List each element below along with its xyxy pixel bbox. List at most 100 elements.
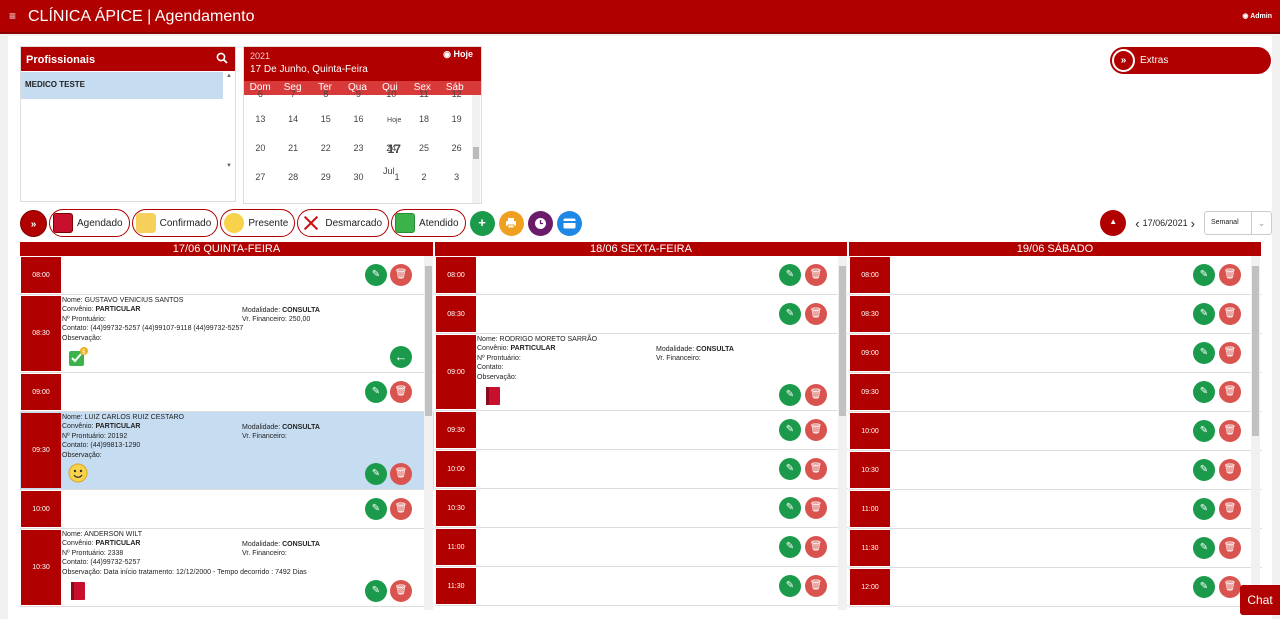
delete-button[interactable]: 🗑 [1219, 498, 1241, 520]
appointment-slot-selected[interactable]: 09:30 Nome: LUIZ CARLOS RUIZ CESTARO Con… [20, 412, 434, 490]
scroll-thumb[interactable] [1252, 266, 1259, 436]
menu-icon[interactable]: ≡ [9, 9, 16, 23]
delete-button[interactable]: 🗑 [1219, 303, 1241, 325]
edit-button[interactable]: ✎ [1193, 498, 1215, 520]
edit-button[interactable]: ✎ [365, 381, 387, 403]
time-slot[interactable]: 09:30 ✎ 🗑 [435, 411, 848, 450]
column-scrollbar[interactable] [1251, 256, 1260, 610]
status-button-desmarcado[interactable]: Desmarcado [297, 209, 390, 237]
previous-week-button[interactable]: ‹ [1135, 216, 1139, 231]
collapse-top-button[interactable]: ▲ [1100, 210, 1127, 236]
edit-button[interactable]: ✎ [779, 458, 801, 480]
calendar-day[interactable]: 25 [408, 134, 441, 163]
clock-button[interactable] [527, 210, 553, 236]
calendar-day[interactable]: 2 [408, 163, 441, 192]
time-slot[interactable]: 10:30 ✎ 🗑 [435, 489, 848, 528]
chat-button[interactable]: Chat [1240, 585, 1280, 615]
calendar-day[interactable]: 28 [277, 163, 310, 192]
time-slot[interactable]: 12:00 ✎ 🗑 [849, 568, 1262, 607]
delete-button[interactable]: 🗑 [390, 580, 412, 602]
scroll-thumb[interactable] [425, 266, 432, 416]
time-slot[interactable]: 09:30 ✎ 🗑 [849, 373, 1262, 412]
edit-button[interactable]: ✎ [1193, 459, 1215, 481]
scroll-up-icon[interactable]: ▲ [226, 73, 232, 79]
calendar-day[interactable]: 13 [244, 105, 277, 134]
professional-item[interactable]: MEDICO TESTE [21, 72, 223, 99]
delete-button[interactable]: 🗑 [1219, 342, 1241, 364]
time-slot[interactable]: 08:00 ✎ 🗑 [435, 256, 848, 295]
delete-button[interactable]: 🗑 [390, 463, 412, 485]
status-button-confirmado[interactable]: Confirmado [131, 209, 219, 237]
delete-button[interactable]: 🗑 [390, 264, 412, 286]
time-slot[interactable]: 11:30 ✎ 🗑 [435, 567, 848, 606]
column-scrollbar[interactable] [424, 256, 433, 610]
calendar-day[interactable]: 27 [244, 163, 277, 192]
calendar-day[interactable]: 22 [309, 134, 342, 163]
calendar-day[interactable]: 3 [440, 163, 473, 192]
edit-button[interactable]: ✎ [1193, 264, 1215, 286]
calendar-day[interactable]: 11 [408, 90, 441, 99]
delete-button[interactable]: 🗑 [805, 536, 827, 558]
add-button[interactable]: + [469, 210, 495, 236]
calendar-day[interactable]: 24 [375, 134, 408, 163]
card-button[interactable] [556, 210, 582, 236]
edit-button[interactable]: ✎ [1193, 576, 1215, 598]
edit-button[interactable]: ✎ [779, 419, 801, 441]
calendar-year[interactable]: 2021 [250, 51, 475, 61]
time-slot[interactable]: 08:00 ✎ 🗑 [849, 256, 1262, 295]
calendar-day[interactable]: 10 [375, 90, 408, 99]
delete-button[interactable]: 🗑 [390, 381, 412, 403]
scroll-thumb[interactable] [839, 266, 846, 416]
status-button-atendido[interactable]: Atendido [391, 209, 466, 237]
calendar-day[interactable]: 26 [440, 134, 473, 163]
delete-button[interactable]: 🗑 [805, 264, 827, 286]
calendar-day[interactable]: 20 [244, 134, 277, 163]
calendar-day[interactable]: 8 [309, 90, 342, 99]
calendar-day[interactable]: 16 [342, 105, 375, 134]
edit-button[interactable]: ✎ [1193, 420, 1215, 442]
appointment-slot[interactable]: 08:30 Nome: GUSTAVO VENICIUS SANTOS Conv… [20, 295, 434, 373]
time-slot[interactable]: 09:00 ✎ 🗑 [849, 334, 1262, 373]
status-button-presente[interactable]: Presente [220, 209, 296, 237]
delete-button[interactable]: 🗑 [805, 575, 827, 597]
edit-button[interactable]: ✎ [1193, 342, 1215, 364]
calendar-day[interactable]: 7 [277, 90, 310, 99]
edit-button[interactable]: ✎ [1193, 381, 1215, 403]
scroll-down-icon[interactable]: ▼ [226, 163, 232, 169]
delete-button[interactable]: 🗑 [1219, 264, 1241, 286]
edit-button[interactable]: ✎ [779, 384, 801, 406]
calendar-day[interactable]: 23 [342, 134, 375, 163]
calendar-day[interactable]: 18 [408, 105, 441, 134]
edit-button[interactable]: ✎ [779, 536, 801, 558]
edit-button[interactable]: ✎ [365, 498, 387, 520]
next-week-button[interactable]: › [1191, 216, 1195, 231]
calendar-day[interactable]: 12 [440, 90, 473, 99]
calendar-day[interactable]: Jul1 [375, 163, 408, 192]
view-select[interactable]: Semanal ⌄ [1204, 211, 1272, 235]
print-button[interactable] [498, 210, 524, 236]
delete-button[interactable]: 🗑 [805, 419, 827, 441]
time-slot[interactable]: 11:30 ✎ 🗑 [849, 529, 1262, 568]
delete-button[interactable]: 🗑 [390, 498, 412, 520]
delete-button[interactable]: 🗑 [805, 303, 827, 325]
calendar-day[interactable]: 30 [342, 163, 375, 192]
back-button[interactable]: ← [390, 346, 412, 368]
calendar-day[interactable]: 29 [309, 163, 342, 192]
calendar-day[interactable]: 19 [440, 105, 473, 134]
calendar-day[interactable]: 15 [309, 105, 342, 134]
time-slot[interactable]: 11:00 ✎ 🗑 [435, 528, 848, 567]
edit-button[interactable]: ✎ [779, 303, 801, 325]
edit-button[interactable]: ✎ [1193, 303, 1215, 325]
delete-button[interactable]: 🗑 [1219, 381, 1241, 403]
edit-button[interactable]: ✎ [365, 580, 387, 602]
delete-button[interactable]: 🗑 [805, 497, 827, 519]
professionals-scrollbar[interactable]: ▲ ▼ [225, 73, 233, 201]
collapse-button[interactable]: » [20, 209, 47, 237]
calendar-day[interactable]: 14 [277, 105, 310, 134]
appointment-slot[interactable]: 09:00 Nome: RODRIGO MORETO SARRÃO Convên… [435, 334, 848, 411]
today-button[interactable]: ◉ Hoje [443, 49, 473, 60]
delete-button[interactable]: 🗑 [1219, 420, 1241, 442]
status-button-agendado[interactable]: Agendado [49, 209, 130, 237]
delete-button[interactable]: 🗑 [1219, 459, 1241, 481]
delete-button[interactable]: 🗑 [805, 458, 827, 480]
